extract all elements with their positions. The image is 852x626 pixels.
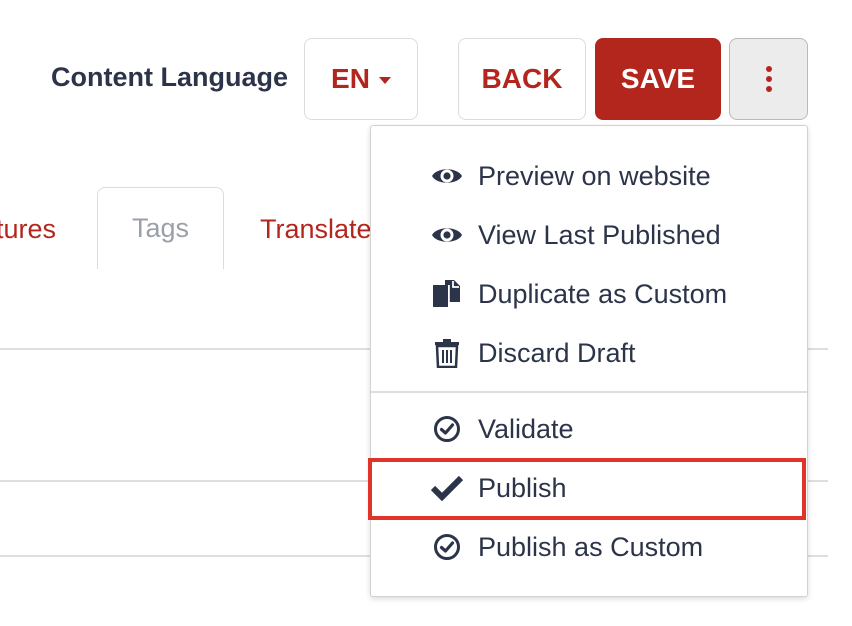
menu-item-label: Publish as Custom xyxy=(478,531,704,562)
back-button[interactable]: BACK xyxy=(458,38,586,120)
kebab-menu-icon xyxy=(765,66,772,92)
eye-icon xyxy=(431,219,463,251)
check-icon xyxy=(431,472,463,504)
save-button[interactable]: SAVE xyxy=(595,38,721,120)
language-dropdown[interactable]: EN xyxy=(304,38,418,120)
menu-item-label: Validate xyxy=(478,413,574,444)
menu-item-preview-on-website[interactable]: Preview on website xyxy=(371,152,807,200)
menu-item-discard-draft[interactable]: Discard Draft xyxy=(371,329,807,377)
tab-features[interactable]: tures xyxy=(0,208,56,250)
menu-item-duplicate-as-custom[interactable]: Duplicate as Custom xyxy=(371,270,807,318)
tab-tags-label: Tags xyxy=(131,213,190,243)
menu-item-label: Preview on website xyxy=(478,160,711,191)
menu-item-label: Duplicate as Custom xyxy=(478,278,728,309)
eye-icon xyxy=(431,160,463,192)
trash-icon xyxy=(431,337,463,369)
caret-down-icon xyxy=(378,77,391,84)
check-circle-icon xyxy=(431,413,463,445)
content-language-label: Content Language xyxy=(51,62,288,92)
save-button-label: SAVE xyxy=(620,63,696,94)
menu-divider xyxy=(371,391,807,393)
menu-item-label: Publish xyxy=(478,472,567,503)
menu-item-validate[interactable]: Validate xyxy=(371,405,807,453)
language-value: EN xyxy=(331,63,370,94)
tab-tags[interactable]: Tags xyxy=(97,187,224,269)
more-options-button[interactable] xyxy=(729,38,808,120)
menu-item-label: View Last Published xyxy=(478,219,721,250)
actions-dropdown-menu: Preview on website View Last Published D… xyxy=(370,125,808,597)
back-button-label: BACK xyxy=(481,63,563,94)
copy-icon xyxy=(431,278,463,310)
menu-item-view-last-published[interactable]: View Last Published xyxy=(371,211,807,259)
menu-item-publish-as-custom[interactable]: Publish as Custom xyxy=(371,523,807,571)
menu-item-label: Discard Draft xyxy=(478,337,636,368)
tab-translate[interactable]: Translate xyxy=(260,208,372,250)
menu-item-publish[interactable]: Publish xyxy=(371,464,807,512)
check-circle-icon xyxy=(431,531,463,563)
